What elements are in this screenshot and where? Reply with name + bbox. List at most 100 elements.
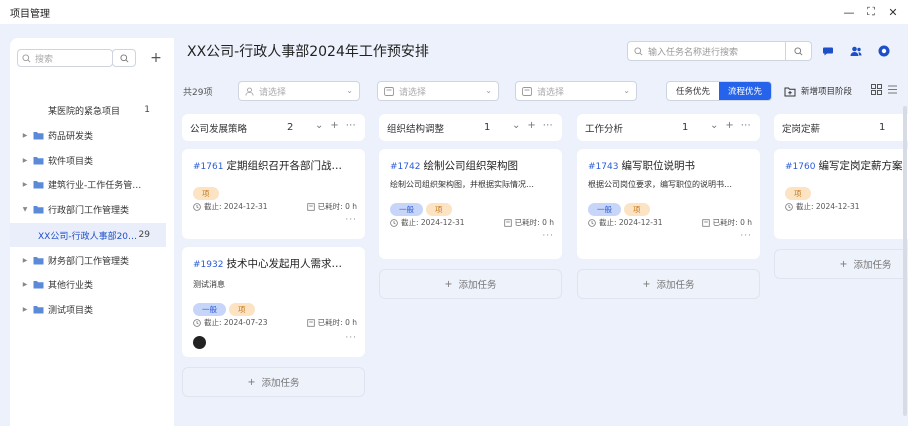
task-title: #1761 定期组织召开各部门战…	[193, 158, 353, 173]
caret-right-icon[interactable]: ▶	[20, 181, 30, 188]
chevron-down-icon[interactable]: ⌄	[512, 120, 520, 131]
card-more-icon[interactable]: ···	[345, 215, 357, 225]
chat-icon[interactable]	[820, 42, 838, 60]
card-more-icon[interactable]: ···	[542, 231, 554, 241]
caret-right-icon[interactable]: ▶	[20, 157, 30, 164]
task-priority-tab[interactable]: 任务优先	[667, 82, 719, 100]
add-icon[interactable]: +	[725, 120, 733, 131]
task-tag: 项	[193, 187, 219, 200]
status-filter[interactable]: 请选择 ⌄	[377, 81, 499, 101]
sidebar-item[interactable]: 某医院的紧急项目 1	[10, 98, 166, 122]
card-more-icon[interactable]: ···	[740, 231, 752, 241]
clock-icon	[193, 318, 201, 327]
board-scrollbar[interactable]	[903, 106, 907, 416]
maximize-icon[interactable]: ⛶	[864, 5, 878, 19]
tag-group: 项	[193, 181, 222, 200]
window-title: 项目管理	[10, 8, 50, 20]
time-spent-text: 已耗时: 0 h	[712, 218, 752, 227]
chevron-down-icon: ⌄	[485, 86, 492, 95]
sidebar-item-label: 药品研发类	[48, 131, 94, 142]
deadline-text: 截止: 2024-07-23	[204, 318, 268, 327]
task-tag: 项	[624, 203, 650, 216]
column-title: 公司发展策略	[190, 123, 248, 135]
chevron-down-icon: ⌄	[623, 86, 630, 95]
more-icon[interactable]: ⋯	[741, 120, 751, 131]
task-search-button[interactable]	[785, 42, 811, 60]
close-icon[interactable]: ✕	[886, 5, 900, 19]
add-icon[interactable]: +	[527, 120, 535, 131]
add-project-button[interactable]: +	[146, 48, 166, 68]
priority-icon	[522, 86, 532, 96]
more-icon[interactable]: ⋯	[543, 120, 553, 131]
card-more-icon[interactable]: ···	[345, 333, 357, 343]
add-task-button[interactable]: + 添加任务	[182, 367, 365, 397]
deadline-text: 截止: 2024-12-31	[401, 218, 465, 227]
settings-icon[interactable]	[875, 42, 893, 60]
view-mode-toggle: 任务优先 流程优先	[666, 81, 772, 101]
window-controls: — ⛶ ✕	[842, 5, 900, 19]
caret-right-icon[interactable]: ▶	[20, 132, 30, 139]
tag-group: 一般项	[588, 197, 653, 216]
task-card[interactable]: #1932 技术中心发起用人需求… 测试消息 一般项截止: 2024-07-23 已耗时…	[182, 247, 365, 357]
deadline: 截止: 2024-12-31	[588, 217, 663, 228]
sidebar-item[interactable]: ▶ 药品研发类	[10, 123, 166, 147]
add-stage-label: 新增项目阶段	[801, 87, 853, 97]
clock-icon	[785, 202, 793, 211]
task-card[interactable]: #1743 编写职位说明书 根据公司岗位要求，编写职位的说明书… 一般项截止: 202…	[577, 149, 760, 259]
sidebar-item[interactable]: ▶ 财务部门工作管理类	[10, 248, 166, 272]
sidebar-search-input[interactable]: 搜索	[17, 49, 113, 67]
members-icon[interactable]	[847, 42, 865, 60]
add-task-button[interactable]: + 添加任务	[379, 269, 562, 299]
sidebar-item[interactable]: ▶ 测试项目类	[10, 297, 166, 321]
task-name: 绘制公司组织架构图	[423, 160, 518, 172]
chevron-down-icon[interactable]: ⌄	[710, 120, 718, 131]
more-icon[interactable]: ⋯	[346, 120, 356, 131]
column-header: 组织结构调整 1 ⌄ + ⋯	[379, 114, 562, 141]
add-stage-button[interactable]: 新增项目阶段	[782, 81, 862, 101]
add-icon[interactable]: +	[330, 120, 338, 131]
assignee-avatar[interactable]	[193, 336, 206, 349]
assignee-filter[interactable]: 请选择 ⌄	[238, 81, 360, 101]
task-search-input[interactable]: 输入任务名称进行搜索	[628, 45, 785, 58]
task-title: #1742 绘制公司组织架构图	[390, 158, 550, 173]
list-view-icon[interactable]	[887, 84, 898, 95]
task-id: #1742	[390, 162, 421, 172]
task-tag: 一般	[588, 203, 621, 216]
task-tag: 一般	[193, 303, 226, 316]
chevron-down-icon[interactable]: ⌄	[315, 120, 323, 131]
folder-icon	[33, 305, 44, 313]
main-area: XX公司-行政人事部2024年工作预安排 输入任务名称进行搜索 共29项 请选择…	[174, 24, 908, 426]
sidebar-item[interactable]: ▶ 软件项目类	[10, 148, 166, 172]
time-spent: 已耗时: 0 h	[503, 217, 554, 228]
clock-icon	[193, 202, 201, 211]
task-card[interactable]: #1742 绘制公司组织架构图 绘制公司组织架构图，并根据实际情况… 一般项截止: 2…	[379, 149, 562, 259]
task-id: #1743	[588, 162, 619, 172]
add-task-button[interactable]: + 添加任务	[774, 249, 908, 279]
column-count: 1	[879, 122, 886, 133]
plus-icon: +	[444, 278, 453, 290]
minimize-icon[interactable]: —	[842, 5, 856, 19]
sidebar-item-label: 建筑行业-工作任务管…	[48, 180, 142, 191]
task-card[interactable]: #1761 定期组织召开各部门战… 项截止: 2024-12-31 已耗时: 0 h ·…	[182, 149, 365, 239]
project-tree-panel: 搜索 + 某医院的紧急项目 1 ▶ 药品研发类 ▶ 软件项目类 ▶ 建筑行业-工作任务管… ▼ 行…	[10, 38, 174, 426]
sidebar-search-button[interactable]	[112, 49, 136, 67]
caret-right-icon[interactable]: ▶	[20, 306, 30, 313]
search-icon	[22, 53, 31, 62]
sidebar-item[interactable]: ▶ 其他行业类	[10, 272, 166, 296]
status-filter-placeholder: 请选择	[399, 87, 427, 98]
priority-filter[interactable]: 请选择 ⌄	[515, 81, 637, 101]
sidebar-item[interactable]: ▶ 建筑行业-工作任务管…	[10, 172, 166, 196]
task-card[interactable]: #1760编写定岗定薪方案项截止: 2024-12-31···	[774, 149, 908, 239]
sidebar-item[interactable]: XX公司-行政人事部20… 29	[10, 223, 166, 247]
task-name: 编写职位说明书	[621, 160, 695, 172]
grid-view-icon[interactable]	[871, 84, 882, 95]
deadline-text: 截止: 2024-12-31	[599, 218, 663, 227]
timer-icon	[306, 202, 315, 211]
add-task-button[interactable]: + 添加任务	[577, 269, 760, 299]
caret-right-icon[interactable]: ▶	[20, 281, 30, 288]
status-icon	[384, 86, 394, 96]
caret-down-icon[interactable]: ▼	[20, 206, 30, 213]
sidebar-item[interactable]: ▼ 行政部门工作管理类	[10, 197, 166, 221]
caret-right-icon[interactable]: ▶	[20, 257, 30, 264]
flow-priority-tab[interactable]: 流程优先	[719, 82, 771, 100]
